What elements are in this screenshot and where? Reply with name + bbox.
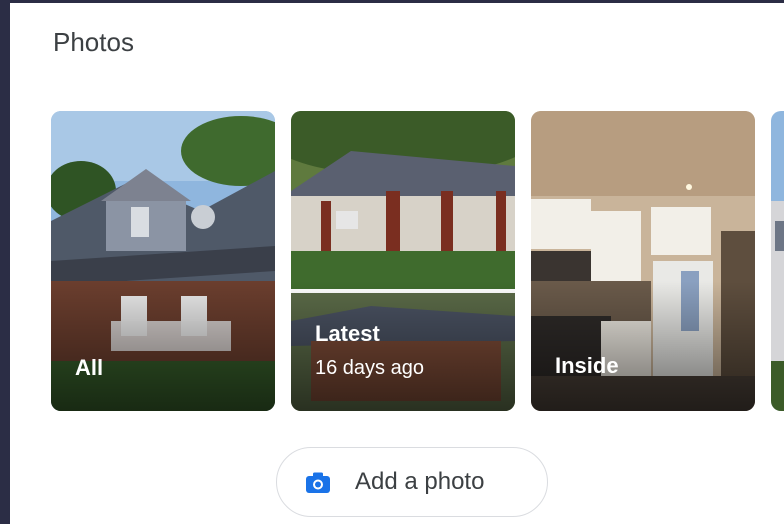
house-photo-partial	[771, 111, 784, 411]
photo-strip: All Latest 16 days ago Inside	[51, 111, 784, 411]
photo-card-inside[interactable]: Inside	[531, 111, 755, 411]
add-photo-label: Add a photo	[355, 468, 485, 495]
card-sublabel: 16 days ago	[315, 357, 424, 379]
card-label: Inside	[555, 353, 619, 378]
section-title: Photos	[53, 27, 134, 57]
card-label: Latest	[315, 321, 380, 346]
card-label: All	[75, 355, 104, 380]
photos-panel: Photos All Latest 16 days ago Inside Add…	[10, 0, 784, 524]
photo-card-partial[interactable]	[771, 111, 784, 411]
photo-card-latest[interactable]: Latest 16 days ago	[291, 111, 515, 411]
camera-icon	[306, 472, 330, 493]
add-photo-button[interactable]: Add a photo	[276, 447, 548, 517]
photo-card-all[interactable]: All	[51, 111, 275, 411]
